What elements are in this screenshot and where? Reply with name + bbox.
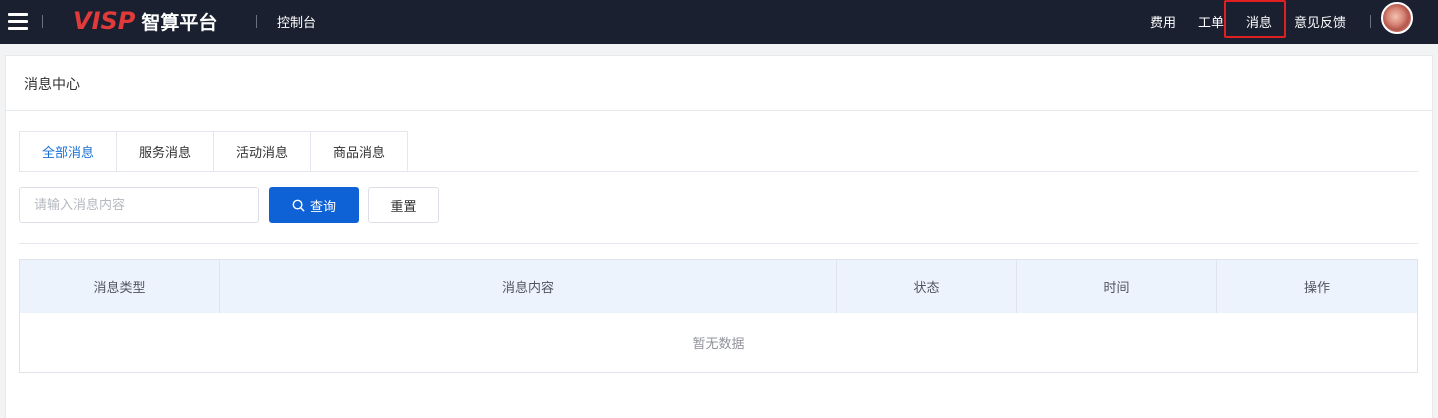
tab-product-messages[interactable]: 商品消息 [311,131,408,172]
tab-all-messages[interactable]: 全部消息 [19,131,117,172]
tab-service-messages[interactable]: 服务消息 [117,131,214,172]
column-header-content: 消息内容 [220,260,837,313]
page-title: 消息中心 [24,77,80,93]
section-divider [19,243,1418,244]
divider [1370,15,1371,28]
divider [42,15,43,28]
card-header: 消息中心 [6,56,1432,111]
search-icon [292,199,305,211]
column-header-type: 消息类型 [20,260,220,313]
column-header-time: 时间 [1017,260,1217,313]
tab-activity-messages[interactable]: 活动消息 [214,131,311,172]
message-search-input[interactable] [19,187,259,223]
logo[interactable]: VISP 智算平台 [73,6,217,36]
table-header: 消息类型 消息内容 状态 时间 操作 [20,260,1417,313]
message-center-card: 消息中心 全部消息 服务消息 活动消息 商品消息 查询 重置 消息类型 消息内容… [5,55,1433,418]
tabs-underline [19,171,1418,172]
message-tabs: 全部消息 服务消息 活动消息 商品消息 [19,131,408,172]
logo-text: 智算平台 [141,11,218,34]
nav-fees[interactable]: 费用 [1150,12,1176,31]
query-button[interactable]: 查询 [269,187,359,223]
top-navbar: VISP 智算平台 控制台 费用 工单 消息 意见反馈 [0,0,1438,44]
console-link[interactable]: 控制台 [277,12,316,31]
logo-mark: VISP [73,7,136,35]
empty-state-text: 暂无数据 [692,337,745,352]
column-header-status: 状态 [837,260,1017,313]
divider [256,15,257,28]
nav-feedback[interactable]: 意见反馈 [1294,12,1346,31]
query-button-label: 查询 [309,199,336,215]
messages-highlight-box [1224,0,1286,38]
column-header-actions: 操作 [1303,281,1330,296]
messages-table: 消息类型 消息内容 状态 时间 操作 暂无数据 [19,259,1418,373]
user-avatar[interactable] [1381,2,1413,34]
reset-button[interactable]: 重置 [368,187,439,223]
hamburger-menu-icon[interactable] [8,11,28,31]
nav-tickets[interactable]: 工单 [1198,12,1224,31]
